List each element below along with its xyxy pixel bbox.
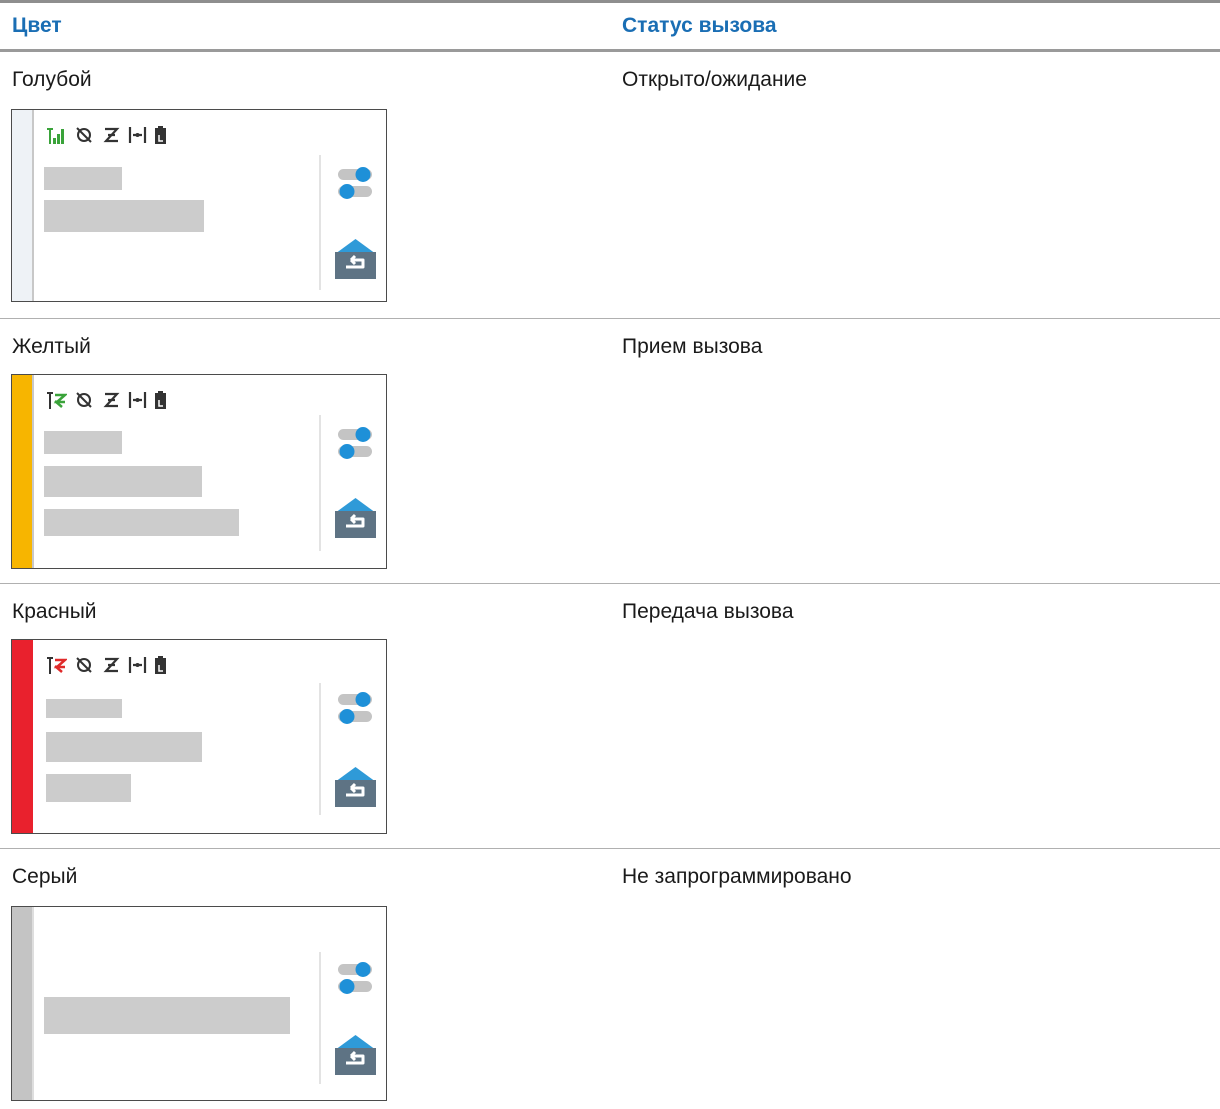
radio-screen-preview bbox=[11, 639, 387, 834]
table-row: Желтый Прием вызова bbox=[0, 319, 1220, 583]
transmit-arrows-icon bbox=[47, 657, 67, 674]
table-header: Цвет Статус вызова bbox=[0, 0, 1220, 50]
battery-icon bbox=[155, 126, 166, 144]
color-stripe bbox=[12, 640, 33, 833]
radio-screen-preview bbox=[11, 374, 387, 569]
side-divider bbox=[319, 683, 321, 815]
home-back-icon bbox=[335, 498, 376, 538]
receive-arrows-icon bbox=[47, 392, 67, 409]
table-row: Серый Не запрограммировано bbox=[0, 849, 1220, 1109]
color-stripe bbox=[12, 907, 32, 1100]
color-stripe bbox=[12, 110, 32, 301]
stripe-edge bbox=[32, 907, 34, 1100]
color-name: Красный bbox=[12, 600, 97, 623]
toggle-settings-icon bbox=[338, 427, 372, 459]
side-divider bbox=[319, 155, 321, 290]
color-name: Желтый bbox=[12, 335, 91, 358]
placeholder-bar bbox=[46, 732, 202, 762]
toggle-settings-icon bbox=[338, 962, 372, 994]
stripe-edge bbox=[32, 375, 34, 568]
gps-off-icon bbox=[76, 657, 92, 673]
table-row: Красный Передача вызова bbox=[0, 584, 1220, 848]
status-icons-group bbox=[76, 656, 166, 674]
toggle-settings-icon bbox=[338, 692, 372, 724]
color-name: Серый bbox=[12, 865, 78, 888]
home-back-icon bbox=[335, 1035, 376, 1075]
call-status: Прием вызова bbox=[622, 335, 763, 358]
placeholder-bar bbox=[44, 431, 122, 454]
call-status: Не запрограммировано bbox=[622, 865, 852, 888]
scan-icon bbox=[103, 127, 120, 143]
scan-icon bbox=[103, 657, 120, 673]
placeholder-bar bbox=[44, 200, 204, 232]
placeholder-bar bbox=[46, 774, 131, 802]
status-icons-group bbox=[76, 126, 166, 144]
header-color: Цвет bbox=[12, 14, 62, 37]
placeholder-bar bbox=[46, 699, 122, 718]
placeholder-bar bbox=[44, 466, 202, 497]
signal-bars-icon bbox=[47, 128, 64, 144]
side-divider bbox=[319, 952, 321, 1084]
scan-icon bbox=[103, 392, 120, 408]
home-back-icon bbox=[335, 767, 376, 807]
color-stripe bbox=[12, 375, 32, 568]
talkaround-icon bbox=[128, 127, 147, 143]
gps-off-icon bbox=[76, 392, 92, 408]
call-status: Передача вызова bbox=[622, 600, 794, 623]
radio-screen-preview bbox=[11, 906, 387, 1101]
header-call-status: Статус вызова bbox=[622, 14, 777, 37]
stripe-edge bbox=[32, 110, 34, 301]
battery-icon bbox=[155, 656, 166, 674]
color-name: Голубой bbox=[12, 68, 92, 91]
gps-off-icon bbox=[76, 127, 92, 143]
radio-screen-preview bbox=[11, 109, 387, 302]
table-row: Голубой Открыто/ожидание bbox=[0, 52, 1220, 318]
placeholder-bar bbox=[44, 509, 239, 536]
placeholder-bar bbox=[44, 167, 122, 190]
home-back-icon bbox=[335, 239, 376, 279]
talkaround-icon bbox=[128, 392, 147, 408]
call-status: Открыто/ожидание bbox=[622, 68, 807, 91]
placeholder-bar bbox=[44, 997, 290, 1034]
side-divider bbox=[319, 415, 321, 551]
status-icons-group bbox=[76, 391, 166, 409]
talkaround-icon bbox=[128, 657, 147, 673]
battery-icon bbox=[155, 391, 166, 409]
toggle-settings-icon bbox=[338, 167, 372, 199]
